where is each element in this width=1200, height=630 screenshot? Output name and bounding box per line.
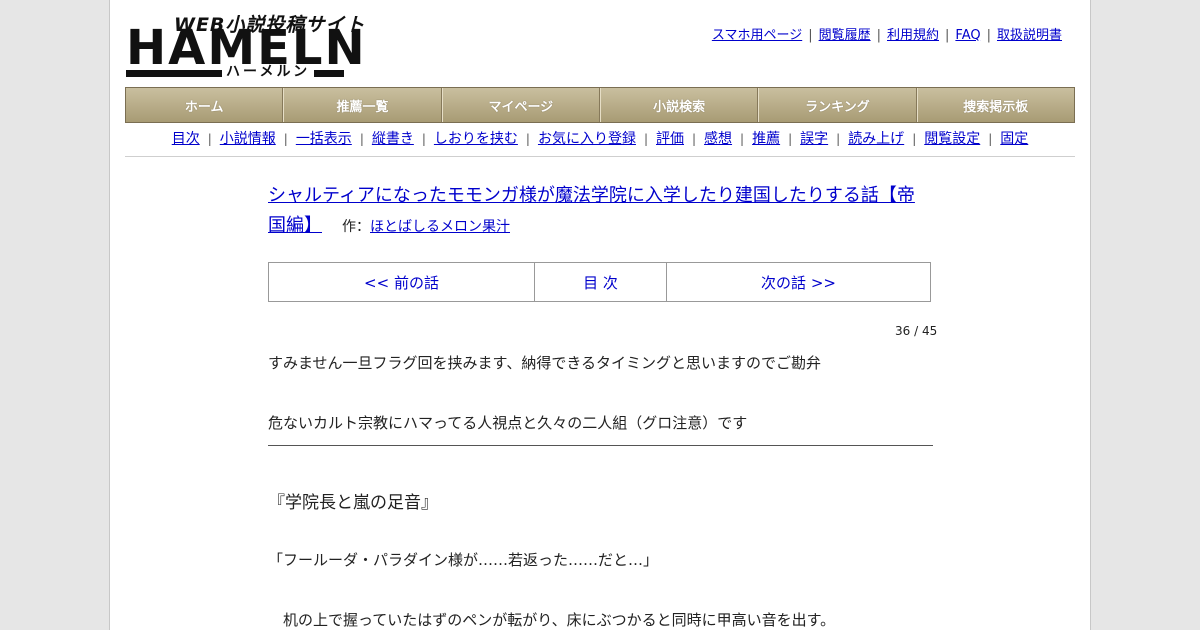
submenu-bookmark[interactable]: しおりを挟む (434, 131, 518, 147)
body-paragraph: 「フールーダ・パラダイン様が……若返った……だと…」 (268, 551, 659, 569)
separator: | (692, 132, 697, 146)
nav-recommendations[interactable]: 推薦一覧 (283, 88, 442, 122)
separator: | (421, 132, 426, 146)
separator: | (207, 132, 212, 146)
novel-submenu: 目次 | 小説情報 | 一括表示 | 縦書き | しおりを挟む | お気に入り登録 | 評価 | 感想 | 推薦… (125, 128, 1075, 148)
submenu-recommend[interactable]: 推薦 (752, 131, 780, 147)
nav-ranking[interactable]: ランキング (758, 88, 917, 122)
nav-search-board[interactable]: 捜索掲示板 (916, 88, 1074, 122)
nav-home[interactable]: ホーム (126, 88, 284, 122)
toc-link[interactable]: 目 次 (535, 263, 667, 301)
prev-episode-link[interactable]: << 前の話 (269, 263, 535, 301)
preface-divider (268, 445, 933, 446)
separator: | (988, 132, 993, 146)
nav-novel-search[interactable]: 小説検索 (599, 88, 759, 122)
submenu-vertical[interactable]: 縦書き (372, 131, 414, 147)
submenu-comments[interactable]: 感想 (704, 131, 732, 147)
separator: | (643, 132, 648, 146)
preface-line: すみません一旦フラグ回を挟みます、納得できるタイミングと思いますのでご勘弁 (268, 354, 822, 372)
separator: | (359, 132, 364, 146)
separator: | (808, 28, 813, 43)
manual-link[interactable]: 取扱説明書 (997, 28, 1062, 43)
submenu-novel-info[interactable]: 小説情報 (220, 131, 276, 147)
separator: | (836, 132, 841, 146)
submenu-pin[interactable]: 固定 (1000, 131, 1028, 147)
body-paragraph: 机の上で握っていたはずのペンが転がり、床にぶつかると同時に甲高い音を出す。 (268, 611, 836, 629)
submenu-typo[interactable]: 誤字 (800, 131, 828, 147)
submenu-show-all[interactable]: 一括表示 (296, 131, 352, 147)
page-container: WEB小説投稿サイト HAMELN ハーメルン スマホ用ページ | 閲覧履歴 | 利用規… (109, 0, 1091, 630)
separator: | (740, 132, 745, 146)
separator: | (876, 28, 881, 43)
main-nav: ホーム 推薦一覧 マイページ 小説検索 ランキング 捜索掲示板 (125, 87, 1075, 123)
episode-count: 36 / 45 (895, 324, 938, 338)
terms-link[interactable]: 利用規約 (887, 28, 939, 43)
divider (125, 156, 1075, 157)
chapter-title: 『学院長と嵐の足音』 (268, 493, 438, 513)
novel-header: シャルティアになったモモンガ様が魔法学院に入学したり建国したりする話【帝国編】作… (268, 181, 928, 242)
submenu-toc[interactable]: 目次 (172, 131, 200, 147)
submenu-favorite[interactable]: お気に入り登録 (538, 131, 636, 147)
author-label: 作：ほとばしるメロン果汁 (342, 219, 510, 235)
separator: | (525, 132, 530, 146)
top-links: スマホ用ページ | 閲覧履歴 | 利用規約 | FAQ | 取扱説明書 (712, 24, 1062, 43)
submenu-view-settings[interactable]: 閲覧設定 (924, 131, 980, 147)
separator: | (788, 132, 793, 146)
faq-link[interactable]: FAQ (955, 28, 980, 43)
separator: | (945, 28, 950, 43)
submenu-rating[interactable]: 評価 (656, 131, 684, 147)
hameln-logo[interactable]: WEB小説投稿サイト HAMELN ハーメルン (126, 10, 365, 80)
author-link[interactable]: ほとばしるメロン果汁 (370, 219, 510, 235)
nav-mypage[interactable]: マイページ (441, 88, 600, 122)
smartphone-page-link[interactable]: スマホ用ページ (712, 28, 802, 43)
separator: | (283, 132, 288, 146)
submenu-read-aloud[interactable]: 読み上げ (848, 131, 904, 147)
separator: | (986, 28, 991, 43)
episode-pager: << 前の話 目 次 次の話 >> (268, 262, 931, 302)
author-prefix: 作： (342, 219, 370, 235)
separator: | (912, 132, 917, 146)
history-link[interactable]: 閲覧履歴 (819, 28, 871, 43)
next-episode-link[interactable]: 次の話 >> (667, 263, 930, 301)
logo-kana: ハーメルン (222, 64, 315, 80)
preface-line: 危ないカルト宗教にハマってる人視点と久々の二人組（グロ注意）です (268, 414, 748, 432)
